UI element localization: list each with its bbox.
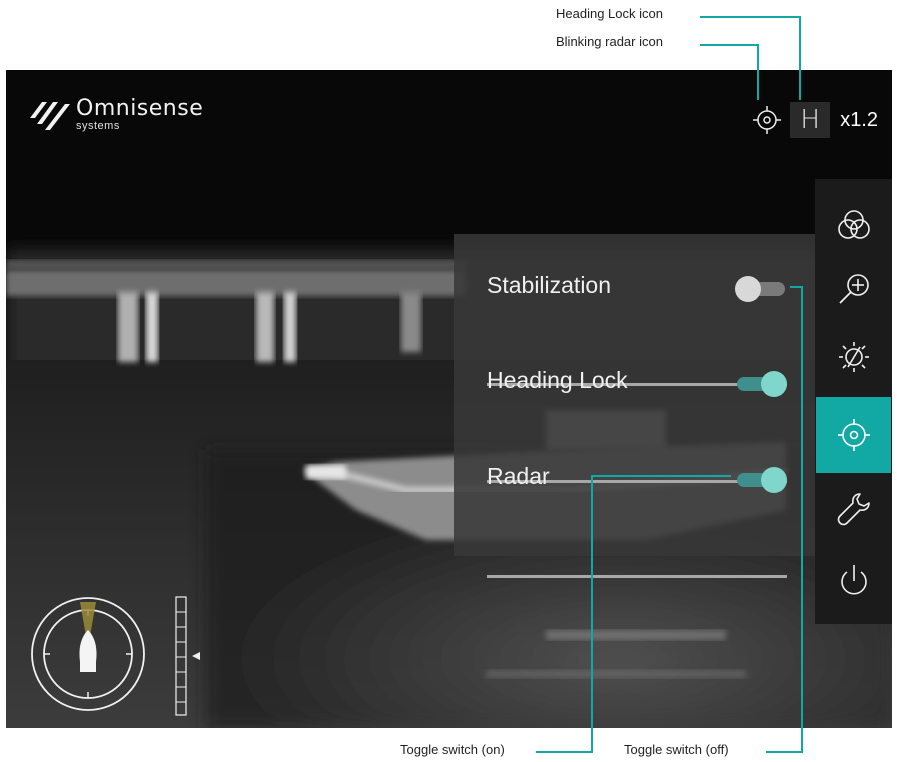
callout-connector-lines: [536, 16, 803, 753]
page: Heading Lock icon Blinking radar icon To…: [0, 0, 897, 762]
